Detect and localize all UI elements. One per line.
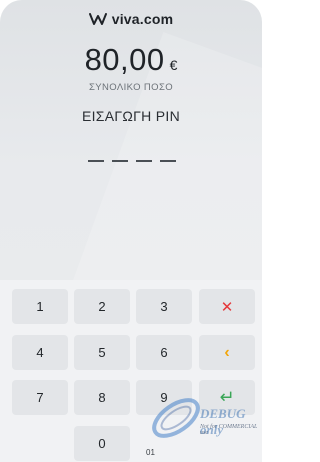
key-3[interactable]: 3 — [136, 289, 192, 324]
total-amount-label: ΣΥΝΟΛΙΚΟ ΠΟΣΟ — [88, 82, 174, 93]
pin-slot — [160, 160, 176, 162]
pin-prompt: ΕΙΣΑΓΩΓΗ PIN — [81, 108, 181, 124]
brand-header: viva.com — [0, 11, 262, 27]
pin-entry-screen: viva.com 80,00 € ΣΥΝΟΛΙΚΟ ΠΟΣΟ ΕΙΣΑΓΩΓΗ … — [0, 0, 262, 462]
key-2[interactable]: 2 — [74, 289, 130, 324]
key-7[interactable]: 7 — [12, 380, 68, 415]
pin-keypad: 1 2 3 ✕ 4 5 6 ‹ 7 8 9 ↵ 0 — [0, 280, 262, 462]
pin-slot — [112, 160, 128, 162]
key-0[interactable]: 0 — [74, 426, 130, 461]
confirm-button[interactable]: ↵ — [199, 380, 255, 415]
key-6[interactable]: 6 — [136, 335, 192, 370]
pin-entry-slots — [88, 160, 176, 164]
clear-button[interactable]: ✕ — [199, 289, 255, 324]
close-icon: ✕ — [220, 298, 234, 316]
pin-slot — [88, 160, 104, 162]
chevron-left-icon: ‹ — [224, 343, 230, 361]
brand-name: viva.com — [111, 11, 174, 27]
key-4[interactable]: 4 — [12, 335, 68, 370]
viva-w-logo-icon — [88, 13, 107, 25]
key-5[interactable]: 5 — [74, 335, 130, 370]
amount-display: 80,00 € — [0, 42, 262, 78]
amount-currency: € — [169, 57, 178, 73]
payment-summary-panel: viva.com 80,00 € ΣΥΝΟΛΙΚΟ ΠΟΣΟ ΕΙΣΑΓΩΓΗ … — [0, 0, 262, 280]
backspace-button[interactable]: ‹ — [199, 335, 255, 370]
enter-icon: ↵ — [219, 387, 235, 407]
key-8[interactable]: 8 — [74, 380, 130, 415]
amount-value: 80,00 — [84, 42, 165, 77]
key-1[interactable]: 1 — [12, 289, 68, 324]
keypad-sub-label: 01 — [146, 448, 155, 457]
pin-slot — [136, 160, 152, 162]
key-9[interactable]: 9 — [136, 380, 192, 415]
